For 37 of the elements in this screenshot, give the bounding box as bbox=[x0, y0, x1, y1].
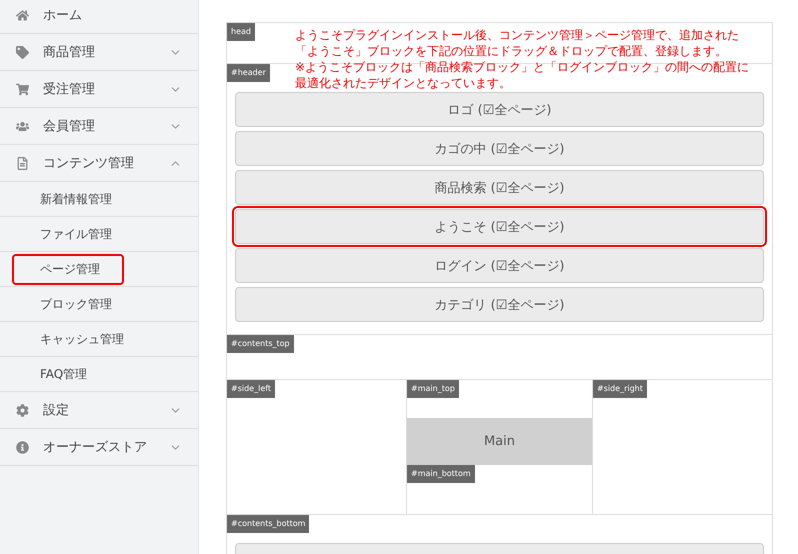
layout-block[interactable]: ログイン (☑全ページ) bbox=[235, 248, 764, 283]
layout-block[interactable]: カテゴリ (☑全ページ) bbox=[235, 287, 764, 322]
submenu-item[interactable]: 新着情報管理 bbox=[12, 184, 136, 214]
submenu-item[interactable]: キャッシュ管理 bbox=[12, 324, 148, 354]
menu-item[interactable]: 会員管理 bbox=[0, 108, 198, 145]
menu-item[interactable]: 設定 bbox=[0, 392, 198, 429]
region-tag: head bbox=[227, 23, 255, 41]
menu-item[interactable]: 商品管理 bbox=[0, 34, 198, 71]
menu-item[interactable]: オーナーズストア bbox=[0, 429, 198, 466]
submenu-item[interactable]: ファイル管理 bbox=[12, 218, 136, 250]
layout-block[interactable]: ようこそ (☑全ページ) bbox=[235, 209, 764, 244]
region-tag: #side_left bbox=[227, 380, 276, 398]
document-icon bbox=[16, 156, 29, 170]
submenu-item[interactable]: ページ管理 bbox=[12, 254, 124, 284]
annotation-text: ※ようこそブロックは「商品検索ブロック」と「ログインブロック」の間への配置に最適化されたデザインとなっています。 bbox=[295, 59, 750, 91]
main-area: Main bbox=[407, 418, 592, 465]
layout-block[interactable]: カゴの中 (☑全ページ) bbox=[235, 131, 764, 166]
home-icon bbox=[16, 8, 29, 22]
region-tag: #side_right bbox=[593, 380, 647, 398]
settings-icon bbox=[16, 404, 29, 416]
layout-block[interactable]: ロゴ (☑全ページ) bbox=[235, 92, 764, 127]
submenu-item[interactable]: ブロック管理 bbox=[12, 288, 136, 320]
menu-item[interactable]: コンテンツ管理 bbox=[0, 145, 198, 182]
submenu-item[interactable]: FAQ管理 bbox=[12, 358, 112, 390]
region-tag: #main_top bbox=[407, 380, 459, 398]
region-tag: #header bbox=[227, 64, 270, 82]
info-icon bbox=[16, 440, 29, 454]
tag-icon bbox=[16, 46, 29, 58]
cart-icon bbox=[16, 82, 29, 96]
region-tag: #contents_top bbox=[227, 335, 294, 353]
region-tag: #main_bottom bbox=[407, 465, 475, 483]
layout-block[interactable]: 商品検索 (☑全ページ) bbox=[235, 170, 764, 205]
menu-item[interactable]: 受注管理 bbox=[0, 71, 198, 108]
region-tag: #contents_bottom bbox=[227, 515, 310, 533]
menu-item[interactable]: ホーム bbox=[0, 0, 198, 34]
annotation-text: ようこそプラグインインストール後、コンテンツ管理＞ページ管理で、追加された「ようこそ」ブロックを下記の位置にドラッグ＆ドロップで配置、登録します。 bbox=[295, 27, 740, 59]
users-icon bbox=[16, 120, 29, 132]
